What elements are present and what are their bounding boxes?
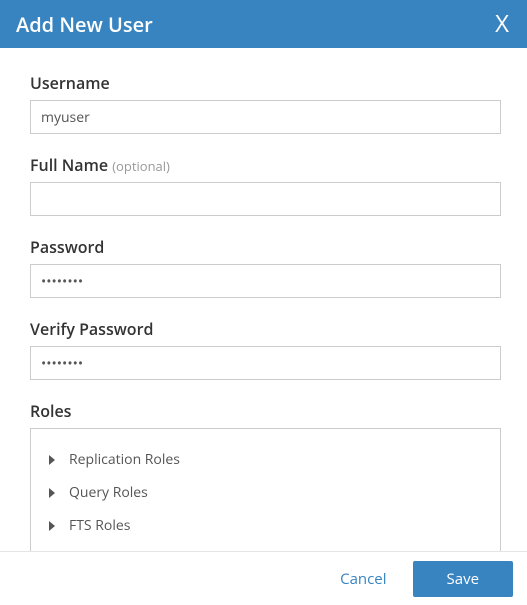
roles-group: Roles Replication Roles Query Roles FTS … <box>30 400 501 551</box>
fullname-group: Full Name (optional) <box>30 154 501 216</box>
username-input[interactable] <box>30 100 501 134</box>
fullname-label: Full Name (optional) <box>30 154 501 176</box>
password-label: Password <box>30 236 501 258</box>
modal-body: Username Full Name (optional) Password V… <box>0 48 527 551</box>
role-group-label: FTS Roles <box>69 516 130 535</box>
fullname-label-text: Full Name <box>30 154 108 176</box>
username-label: Username <box>30 72 501 94</box>
verify-password-group: Verify Password <box>30 318 501 380</box>
role-group-label: Data Roles <box>69 549 138 551</box>
modal-title: Add New User <box>16 11 153 38</box>
modal-footer: Cancel Save <box>0 551 527 605</box>
username-group: Username <box>30 72 501 134</box>
caret-right-icon <box>49 488 55 498</box>
role-group-query[interactable]: Query Roles <box>49 476 482 509</box>
caret-right-icon <box>49 521 55 531</box>
role-group-label: Query Roles <box>69 483 148 502</box>
fullname-input[interactable] <box>30 182 501 216</box>
role-group-fts[interactable]: FTS Roles <box>49 509 482 542</box>
modal-scroll-area[interactable]: Username Full Name (optional) Password V… <box>0 48 527 551</box>
modal-header: Add New User X <box>0 0 527 48</box>
fullname-optional-text: (optional) <box>112 157 170 175</box>
verify-password-input[interactable] <box>30 346 501 380</box>
add-user-modal: Add New User X Username Full Name (optio… <box>0 0 527 605</box>
cancel-button[interactable]: Cancel <box>332 561 394 597</box>
password-group: Password <box>30 236 501 298</box>
save-button[interactable]: Save <box>413 561 513 597</box>
verify-password-label: Verify Password <box>30 318 501 340</box>
role-group-replication[interactable]: Replication Roles <box>49 443 482 476</box>
password-input[interactable] <box>30 264 501 298</box>
caret-right-icon <box>49 455 55 465</box>
role-group-data[interactable]: Data Roles <box>49 542 482 551</box>
close-icon[interactable]: X <box>493 8 511 40</box>
roles-box: Replication Roles Query Roles FTS Roles … <box>30 428 501 551</box>
role-group-label: Replication Roles <box>69 450 180 469</box>
roles-label: Roles <box>30 400 501 422</box>
